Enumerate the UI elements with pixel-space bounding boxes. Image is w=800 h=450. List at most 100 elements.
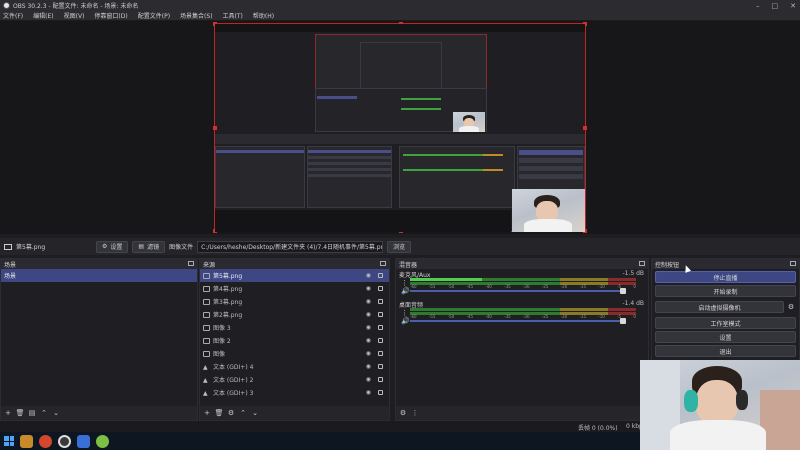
eye-icon[interactable]: ◉ [366,389,371,396]
taskbar-app-icon[interactable] [20,434,33,448]
gear-icon[interactable]: ⚙ [227,409,235,417]
gear-icon[interactable]: ⚙ [399,409,407,417]
menu-scene-collection[interactable]: 场景集合(S) [180,11,213,20]
sources-dock-header: 来源 [200,259,389,269]
stop-streaming-button[interactable]: 停止直播 [655,271,796,283]
nested-source-selected [308,150,391,153]
chevron-down-icon[interactable]: ⌄ [251,409,259,417]
settings-button[interactable]: 设置 [655,331,796,343]
start-recording-button[interactable]: 开始录制 [655,285,796,297]
eye-icon[interactable]: ◉ [366,350,371,357]
nested-meter [401,108,441,110]
image-icon [203,311,210,318]
obs-taskbar-icon[interactable] [58,434,71,448]
speaker-icon[interactable]: 🔊 [401,317,410,325]
menu-view[interactable]: 视图(V) [64,11,85,20]
filters-button[interactable]: ▤ 滤镜 [132,240,166,253]
image-path-field[interactable]: C:/Users/heshe/Desktop/新建文件夹 (4)/7.4日随机事… [197,240,384,253]
scene-item[interactable]: 场景 [1,269,197,282]
chevron-up-icon[interactable]: ⌃ [239,409,247,417]
filter-icon[interactable]: ▤ [28,409,36,417]
eye-icon[interactable]: ◉ [366,376,371,383]
eye-icon[interactable]: ◉ [366,272,371,279]
resize-handle[interactable] [213,126,217,130]
lock-icon[interactable] [378,325,383,330]
preview-area[interactable] [0,21,800,234]
filter-icon: ▤ [138,243,145,250]
source-item[interactable]: ▲ 文本 (GDI+) 4 ◉ [200,360,389,373]
properties-button[interactable]: ⚙ 设置 [96,240,129,253]
source-item[interactable]: 第3幕.png ◉ [200,295,389,308]
source-item[interactable]: 图像 2 ◉ [200,334,389,347]
close-button[interactable]: ✕ [790,2,796,10]
eye-icon[interactable]: ◉ [366,324,371,331]
trash-icon[interactable]: 🗑 [215,409,224,417]
source-item[interactable]: 图像 3 ◉ [200,321,389,334]
start-virtual-camera-button[interactable]: 启动虚拟摄像机 [655,301,784,313]
source-item[interactable]: 图像 ◉ [200,347,389,360]
chevron-up-icon[interactable]: ⌃ [40,409,48,417]
kebab-menu-icon[interactable]: ⋮ [401,279,408,287]
lock-icon[interactable] [378,390,383,395]
nested-source-row [308,174,391,177]
undock-icon[interactable] [188,261,194,266]
source-toolbar: 第5幕.png ⚙ 设置 ▤ 滤镜 图像文件 C:/Users/heshe/De… [0,238,800,255]
exit-button[interactable]: 退出 [655,345,796,357]
lock-icon[interactable] [378,286,383,291]
menu-help[interactable]: 帮助(H) [253,11,274,20]
volume-slider[interactable] [410,320,626,322]
maximize-button[interactable]: □ [772,2,779,10]
gear-icon[interactable]: ⚙ [787,303,795,311]
menu-docks[interactable]: 停靠窗口(D) [94,11,127,20]
chevron-down-icon[interactable]: ⌄ [52,409,60,417]
source-item[interactable]: 第2幕.png ◉ [200,308,389,321]
eye-icon[interactable]: ◉ [366,337,371,344]
menu-profile[interactable]: 配置文件(P) [138,11,170,20]
taskbar-app-icon[interactable] [96,434,109,448]
eye-icon[interactable]: ◉ [366,298,371,305]
resize-handle[interactable] [583,126,587,130]
undock-icon[interactable] [790,261,796,266]
lock-icon[interactable] [378,351,383,356]
lock-icon[interactable] [378,273,383,278]
add-icon[interactable]: + [4,409,12,417]
undock-icon[interactable] [639,261,645,266]
studio-mode-button[interactable]: 工作室模式 [655,317,796,329]
menu-file[interactable]: 文件(F) [3,11,23,20]
nested-source-row [308,156,391,159]
image-icon [203,324,210,331]
menu-tools[interactable]: 工具(T) [223,11,243,20]
taskbar-app-icon[interactable] [77,434,90,448]
volume-slider-knob[interactable] [620,318,626,324]
add-icon[interactable]: + [203,409,211,417]
source-item[interactable]: ▲ 文本 (GDI+) 3 ◉ [200,386,389,399]
sources-toolbar: + 🗑 ⚙ ⌃ ⌄ [200,406,389,420]
trash-icon[interactable]: 🗑 [16,409,25,417]
browse-button[interactable]: 浏览 [387,240,412,253]
source-item[interactable]: ▲ 文本 (GDI+) 2 ◉ [200,373,389,386]
volume-slider-knob[interactable] [620,288,626,294]
lock-icon[interactable] [378,377,383,382]
minimize-button[interactable]: – [756,2,760,10]
volume-slider[interactable] [410,290,626,292]
eye-icon[interactable]: ◉ [366,363,371,370]
preview-canvas[interactable] [213,22,587,233]
taskbar-app-icon[interactable] [39,434,52,448]
lock-icon[interactable] [378,312,383,317]
source-item[interactable]: 第4幕.png ◉ [200,282,389,295]
lock-icon[interactable] [378,299,383,304]
eye-icon[interactable]: ◉ [366,285,371,292]
undock-icon[interactable] [380,261,386,266]
menu-edit[interactable]: 编辑(E) [33,11,53,20]
nested-titlebar [215,24,585,32]
kebab-menu-icon[interactable]: ⋮ [401,309,408,317]
volume-meter [410,278,636,281]
eye-icon[interactable]: ◉ [366,311,371,318]
controls-dock-title: 控制按钮 [655,261,680,269]
lock-icon[interactable] [378,338,383,343]
lock-icon[interactable] [378,364,383,369]
windows-start-icon[interactable] [4,436,14,446]
speaker-icon[interactable]: 🔊 [401,287,410,295]
kebab-menu-icon[interactable]: ⋮ [411,409,419,417]
source-item[interactable]: 第5幕.png ◉ [200,269,389,282]
